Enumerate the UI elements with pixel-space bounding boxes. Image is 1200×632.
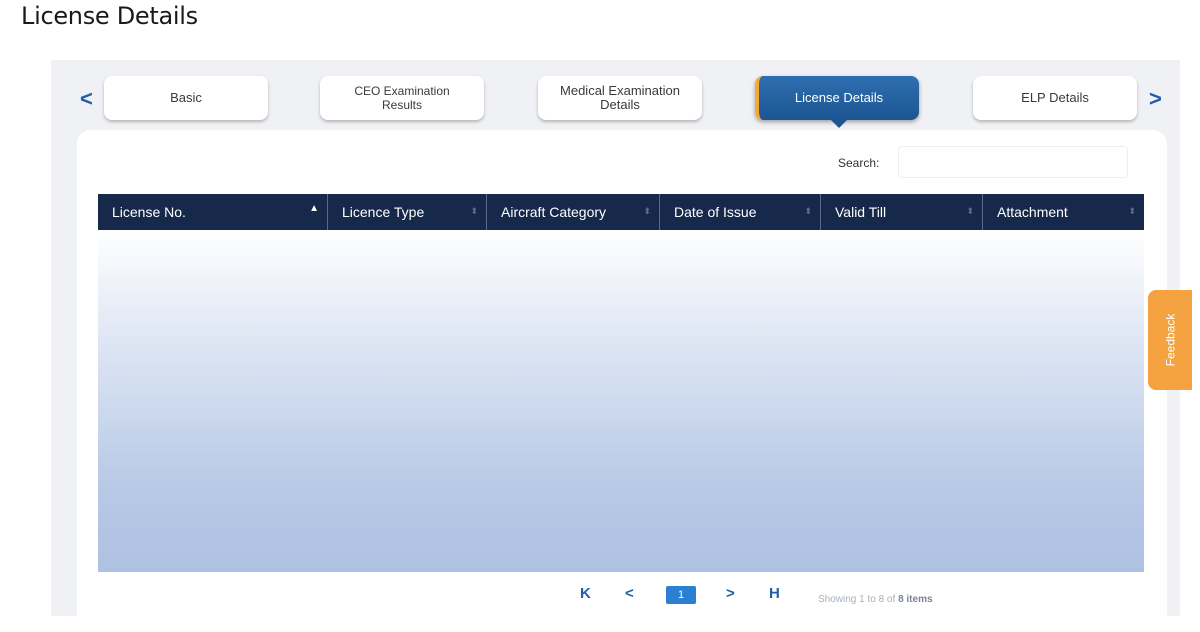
- prev-page-icon[interactable]: <: [625, 585, 634, 602]
- sort-icon: ⬍: [804, 206, 812, 216]
- tab-elp-label: ELP Details: [1021, 90, 1089, 105]
- column-header-label: Aircraft Category: [501, 204, 607, 220]
- next-page-icon[interactable]: >: [726, 585, 735, 602]
- tab-ceo-label-line2: Results: [381, 98, 422, 112]
- search-input[interactable]: [898, 146, 1128, 178]
- search-label: Search:: [838, 156, 880, 170]
- table-header: License No. ▲ Licence Type ⬍ Aircraft Ca…: [98, 194, 1144, 230]
- sort-ascending-icon: ▲: [309, 203, 319, 214]
- sort-icon: ⬍: [966, 206, 974, 216]
- tab-medical-examination-details[interactable]: Medical Examination Details: [538, 76, 702, 120]
- column-header-attachment[interactable]: Attachment ⬍: [983, 194, 1144, 230]
- tab-medical-label-line2: Details: [600, 97, 640, 112]
- first-page-icon[interactable]: K: [580, 585, 591, 602]
- last-page-icon[interactable]: H: [769, 585, 780, 602]
- sort-icon: ⬍: [470, 206, 478, 216]
- column-header-label: Date of Issue: [674, 204, 757, 220]
- column-header-license-no[interactable]: License No. ▲: [98, 194, 328, 230]
- column-header-aircraft-category[interactable]: Aircraft Category ⬍: [487, 194, 660, 230]
- pagination-summary-count: 8 items: [898, 594, 933, 605]
- pagination-summary: Showing 1 to 8 of 8 items: [818, 594, 933, 605]
- tab-medical-label-line1: Medical Examination: [560, 83, 680, 98]
- column-header-date-of-issue[interactable]: Date of Issue ⬍: [660, 194, 821, 230]
- column-header-label: Valid Till: [835, 204, 887, 220]
- feedback-label: Feedback: [1163, 313, 1178, 367]
- column-header-licence-type[interactable]: Licence Type ⬍: [328, 194, 487, 230]
- tab-basic[interactable]: Basic: [104, 76, 268, 120]
- column-header-valid-till[interactable]: Valid Till ⬍: [821, 194, 983, 230]
- tabs-prev-arrow-icon[interactable]: <: [80, 86, 93, 112]
- tab-license-details[interactable]: License Details: [755, 76, 919, 128]
- feedback-button[interactable]: Feedback: [1148, 290, 1192, 390]
- column-header-label: Licence Type: [342, 204, 425, 220]
- tab-ceo-label-line1: CEO Examination: [354, 84, 450, 98]
- column-header-label: Attachment: [997, 204, 1068, 220]
- sort-icon: ⬍: [1128, 206, 1136, 216]
- pagination-summary-prefix: Showing 1 to 8 of: [818, 594, 899, 605]
- page-number-current[interactable]: 1: [666, 586, 696, 604]
- tab-elp-details[interactable]: ELP Details: [973, 76, 1137, 120]
- tab-ceo-examination-results[interactable]: CEO Examination Results: [320, 76, 484, 120]
- sort-icon: ⬍: [643, 206, 651, 216]
- table-body: [98, 230, 1144, 572]
- tabs-next-arrow-icon[interactable]: >: [1149, 86, 1162, 112]
- column-header-label: License No.: [112, 204, 186, 220]
- tab-license-label: License Details: [794, 90, 884, 105]
- tab-basic-label: Basic: [170, 90, 202, 105]
- page-title: License Details: [21, 2, 198, 30]
